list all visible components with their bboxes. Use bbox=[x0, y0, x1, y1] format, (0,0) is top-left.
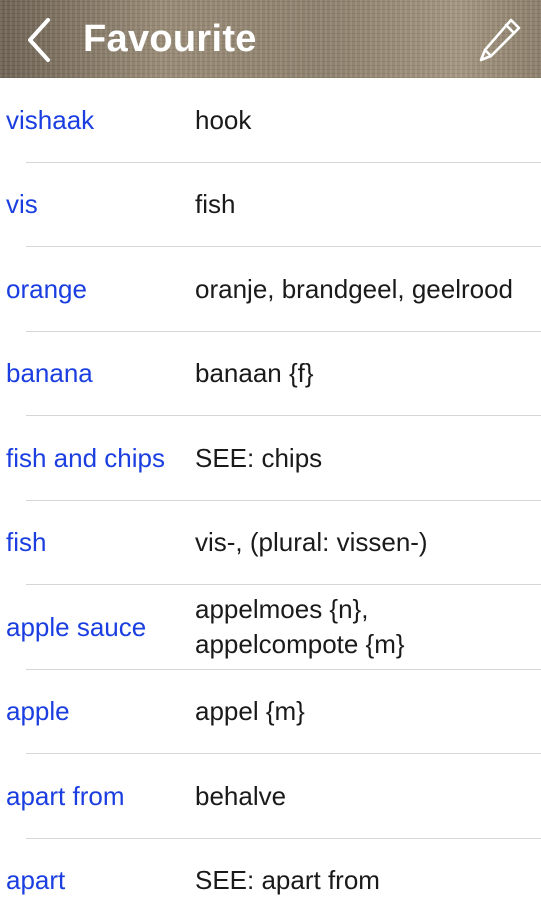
list-item[interactable]: apart from behalve bbox=[0, 754, 541, 839]
translation-label: SEE: apart from bbox=[195, 839, 525, 923]
list-item[interactable]: apart SEE: apart from bbox=[0, 839, 541, 923]
list-item[interactable]: fish vis-, (plural: vissen-) bbox=[0, 501, 541, 586]
term-label: vishaak bbox=[6, 78, 191, 162]
list-item[interactable]: vishaak hook bbox=[0, 78, 541, 163]
term-label: fish bbox=[6, 501, 191, 585]
translation-label: vis-, (plural: vissen-) bbox=[195, 501, 525, 585]
term-label: apart from bbox=[6, 754, 191, 838]
term-label: orange bbox=[6, 247, 191, 331]
translation-label: SEE: chips bbox=[195, 416, 525, 500]
page-title: Favourite bbox=[83, 15, 257, 63]
list-item[interactable]: orange oranje, brandgeel, geelrood bbox=[0, 247, 541, 332]
chevron-left-icon bbox=[18, 16, 58, 64]
term-label: apple bbox=[6, 670, 191, 754]
translation-label: appel {m} bbox=[195, 670, 525, 754]
translation-label: banaan {f} bbox=[195, 332, 525, 416]
term-label: fish and chips bbox=[6, 416, 191, 500]
translation-label: hook bbox=[195, 78, 525, 162]
translation-label: oranje, brandgeel, geelrood bbox=[195, 247, 525, 331]
nav-bar: Favourite bbox=[0, 0, 541, 78]
translation-label: behalve bbox=[195, 754, 525, 838]
pencil-icon bbox=[477, 16, 525, 64]
list-item[interactable]: fish and chips SEE: chips bbox=[0, 416, 541, 501]
list-item[interactable]: banana banaan {f} bbox=[0, 332, 541, 417]
term-label: banana bbox=[6, 332, 191, 416]
translation-label: fish bbox=[195, 163, 525, 247]
list-item[interactable]: vis fish bbox=[0, 163, 541, 248]
list-item[interactable]: apple appel {m} bbox=[0, 670, 541, 755]
term-label: vis bbox=[6, 163, 191, 247]
term-label: apart bbox=[6, 839, 191, 923]
translation-label: appelmoes {n}, appelcompote {m} bbox=[195, 585, 525, 669]
back-button[interactable] bbox=[18, 16, 58, 64]
edit-button[interactable] bbox=[477, 16, 525, 64]
favourites-list: vishaak hook vis fish orange oranje, bra… bbox=[0, 78, 541, 923]
list-item[interactable]: apple sauce appelmoes {n}, appelcompote … bbox=[0, 585, 541, 670]
term-label: apple sauce bbox=[6, 585, 191, 669]
